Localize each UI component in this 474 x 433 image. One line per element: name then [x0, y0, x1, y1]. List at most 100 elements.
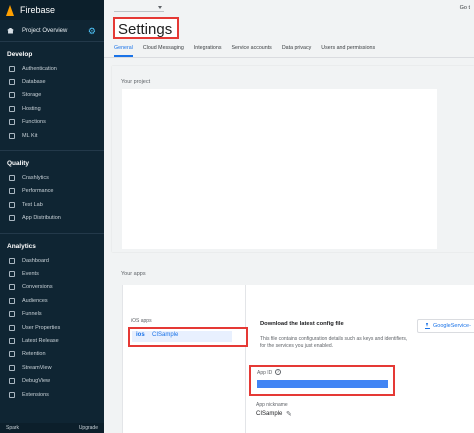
funnel-icon [9, 311, 15, 318]
sidebar-item-extensions[interactable]: Extensions [0, 388, 104, 401]
sidebar-item-label: Dashboard [22, 257, 49, 264]
sidebar-item-label: Test Lab [22, 201, 43, 208]
bar-chart-icon [9, 257, 15, 264]
distribution-icon [9, 215, 15, 222]
robot-icon [9, 132, 15, 139]
divider [0, 232, 104, 234]
sidebar-item-label: App Distribution [22, 215, 61, 222]
storage-icon [9, 92, 15, 99]
sidebar: Firebase Project Overview ⚙ Develop Auth… [0, 0, 104, 433]
apps-list: iOS apps ios CISample [123, 285, 248, 433]
sidebar-item-conversions[interactable]: Conversions [0, 281, 104, 294]
sidebar-item-debugview[interactable]: DebugView [0, 374, 104, 387]
app-entry-highlight: ios CISample [128, 327, 248, 347]
app-nickname-label: App nickname [256, 402, 288, 408]
sidebar-item-funnels[interactable]: Funnels [0, 307, 104, 320]
sidebar-item-label: Retention [22, 351, 46, 358]
sidebar-item-label: Storage [22, 92, 42, 99]
sidebar-item-label: Authentication [22, 65, 57, 72]
app-detail-panel: Download the latest config file This fil… [246, 285, 474, 433]
section-title-develop: Develop [7, 51, 33, 58]
sidebar-item-label: Events [22, 270, 39, 277]
go-to-docs-link[interactable]: Go t [460, 5, 470, 11]
project-overview-item[interactable]: Project Overview ⚙ [0, 20, 104, 42]
sidebar-item-audiences[interactable]: Audiences [0, 294, 104, 307]
sidebar-item-authentication[interactable]: Authentication [0, 62, 104, 75]
debug-icon [9, 378, 15, 385]
app-entry-cisample[interactable]: ios CISample [132, 331, 232, 342]
sidebar-item-hosting[interactable]: Hosting [0, 102, 104, 115]
sidebar-item-label: Functions [22, 119, 46, 126]
extensions-icon [9, 391, 15, 398]
people-icon [9, 65, 15, 72]
project-overview-label: Project Overview [22, 27, 68, 34]
checklist-icon [9, 201, 15, 208]
sidebar-item-label: Audiences [22, 297, 48, 304]
sidebar-item-label: ML Kit [22, 132, 38, 139]
functions-icon [9, 119, 15, 126]
database-icon [9, 79, 15, 86]
tab-users-and-permissions[interactable]: Users and permissions [321, 42, 375, 57]
tab-service-accounts[interactable]: Service accounts [231, 42, 271, 57]
project-details-panel [122, 89, 437, 249]
gear-icon[interactable]: ⚙ [88, 26, 96, 37]
sidebar-item-app-distribution[interactable]: App Distribution [0, 212, 104, 225]
sidebar-item-label: Crashlytics [22, 175, 49, 182]
speedometer-icon [9, 188, 15, 195]
edit-pencil-icon[interactable]: ✎ [286, 410, 292, 418]
project-selector[interactable] [114, 4, 164, 12]
sidebar-item-label: Funnels [22, 311, 42, 318]
upgrade-link[interactable]: Upgrade [79, 425, 98, 431]
brand-header[interactable]: Firebase [0, 0, 104, 20]
sidebar-item-label: Latest Release [22, 337, 59, 344]
release-icon [9, 337, 15, 344]
sidebar-item-label: Database [22, 79, 46, 86]
sidebar-item-retention[interactable]: Retention [0, 348, 104, 361]
sidebar-item-user-properties[interactable]: User Properties [0, 321, 104, 334]
sidebar-item-database[interactable]: Database [0, 75, 104, 88]
chevron-down-icon [158, 6, 162, 9]
sidebar-item-storage[interactable]: Storage [0, 89, 104, 102]
sidebar-item-label: User Properties [22, 324, 61, 331]
home-icon [7, 27, 14, 34]
sidebar-item-label: Hosting [22, 105, 41, 112]
app-id-value-redacted [257, 380, 388, 388]
your-project-label: Your project [121, 79, 151, 85]
sidebar-item-test-lab[interactable]: Test Lab [0, 198, 104, 211]
sidebar-item-performance[interactable]: Performance [0, 185, 104, 198]
app-nickname-value: CISample [256, 411, 283, 417]
sidebar-item-latest-release[interactable]: Latest Release [0, 334, 104, 347]
tab-cloud-messaging[interactable]: Cloud Messaging [143, 42, 184, 57]
sidebar-item-streamview[interactable]: StreamView [0, 361, 104, 374]
sidebar-item-label: Extensions [22, 391, 49, 398]
divider [0, 150, 104, 152]
sidebar-item-crashlytics[interactable]: Crashlytics [0, 171, 104, 184]
bug-icon [9, 175, 15, 182]
section-title-analytics: Analytics [7, 242, 36, 250]
download-googleservice-button[interactable]: GoogleService- [417, 319, 474, 333]
your-apps-card: iOS apps ios CISample Download the lates… [122, 285, 474, 433]
tab-data-privacy[interactable]: Data privacy [282, 42, 311, 57]
plan-name: Spark [6, 425, 20, 431]
settings-tabs: General Cloud Messaging Integrations Ser… [104, 42, 474, 58]
app-entry-nickname: CISample [152, 332, 179, 338]
app-id-highlight: App ID ? [249, 365, 395, 396]
sidebar-item-events[interactable]: Events [0, 267, 104, 280]
download-config-title: Download the latest config file [260, 321, 344, 327]
app-id-label: App ID [257, 370, 273, 376]
sidebar-item-dashboard[interactable]: Dashboard [0, 254, 104, 267]
stream-icon [9, 364, 15, 371]
brand-name: Firebase [20, 5, 56, 15]
sidebar-item-ml-kit[interactable]: ML Kit [0, 129, 104, 142]
audience-icon [9, 297, 15, 304]
tab-general[interactable]: General [114, 42, 133, 57]
person-icon [9, 324, 15, 331]
main-content: Go t Settings General Cloud Messaging In… [104, 0, 474, 433]
page-title: Settings [118, 21, 173, 38]
tab-integrations[interactable]: Integrations [194, 42, 222, 57]
help-icon[interactable]: ? [275, 369, 281, 375]
ios-apps-label: iOS apps [131, 318, 152, 324]
retention-icon [9, 351, 15, 358]
sidebar-item-label: Conversions [22, 284, 53, 291]
sidebar-item-functions[interactable]: Functions [0, 116, 104, 129]
